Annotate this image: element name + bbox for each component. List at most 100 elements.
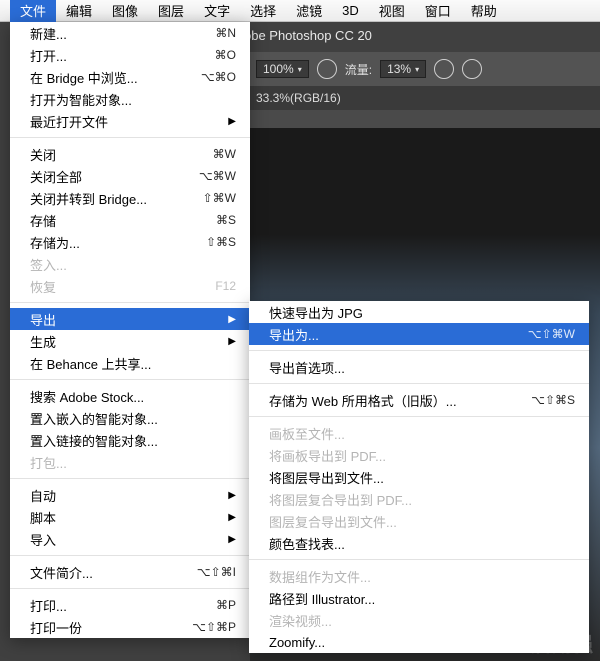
menu-item-label: 关闭全部 — [30, 167, 187, 186]
file-menu-item[interactable]: 导出▶ — [10, 308, 250, 330]
menu-item-label: 新建... — [30, 24, 203, 43]
flow-value-text: 13% — [387, 62, 411, 76]
menu-item-label: 画板至文件... — [269, 424, 575, 443]
menu-item-shortcut: ⌥⇧⌘I — [197, 565, 236, 579]
export-submenu-item: 画板至文件... — [249, 422, 589, 444]
menu-item-label: 在 Behance 上共享... — [30, 354, 236, 373]
file-menu-item[interactable]: 打印一份⌥⇧⌘P — [10, 616, 250, 638]
menu-item-label: 存储为... — [30, 233, 194, 252]
export-submenu-item[interactable]: 颜色查找表... — [249, 532, 589, 554]
file-menu-item[interactable]: 打开为智能对象... — [10, 88, 250, 110]
export-submenu-item[interactable]: 存储为 Web 所用格式（旧版）...⌥⇧⌘S — [249, 389, 589, 411]
menu-image[interactable]: 图像 — [102, 0, 148, 22]
menu-filter[interactable]: 滤镜 — [286, 0, 332, 22]
export-submenu-item[interactable]: 快速导出为 JPG — [249, 301, 589, 323]
file-menu-item[interactable]: 文件简介... ⌥⇧⌘I — [10, 561, 250, 583]
menu-help[interactable]: 帮助 — [461, 0, 507, 22]
menu-item-label: 搜索 Adobe Stock... — [30, 387, 236, 406]
file-menu-item[interactable]: 关闭⌘W — [10, 143, 250, 165]
menu-item-shortcut: ⌘O — [215, 48, 236, 62]
menu-item-label: 打包... — [30, 453, 236, 472]
file-menu-item[interactable]: 关闭并转到 Bridge...⇧⌘W — [10, 187, 250, 209]
file-menu-item[interactable]: 搜索 Adobe Stock... — [10, 385, 250, 407]
file-menu-item[interactable]: 在 Behance 上共享... — [10, 352, 250, 374]
file-menu-item[interactable]: 生成▶ — [10, 330, 250, 352]
menu-item-label: 数据组作为文件... — [269, 567, 575, 586]
menu-item-label: 打开... — [30, 46, 203, 65]
menu-item-label: 打印... — [30, 596, 204, 615]
menu-item-label: 渲染视频... — [269, 611, 575, 630]
file-menu-item: 打包... — [10, 451, 250, 473]
file-menu-item[interactable]: 打印... ⌘P — [10, 594, 250, 616]
file-menu-item[interactable]: 打开... ⌘O — [10, 44, 250, 66]
menu-item-label: 脚本 — [30, 508, 216, 527]
pressure-opacity-icon[interactable] — [462, 59, 482, 79]
menu-item-label: 颜色查找表... — [269, 534, 575, 553]
export-submenu-separator — [249, 559, 589, 560]
menu-select[interactable]: 选择 — [240, 0, 286, 22]
file-menu-item[interactable]: 最近打开文件 ▶ — [10, 110, 250, 132]
menu-layer[interactable]: 图层 — [148, 0, 194, 22]
menu-item-label: 文件简介... — [30, 563, 185, 582]
options-bar: 100% ▾ 流量: 13% ▾ — [250, 52, 600, 86]
menu-item-shortcut: ⌥⇧⌘W — [528, 327, 575, 341]
menu-item-label: 快速导出为 JPG — [269, 303, 575, 322]
document-tab[interactable]: 33.3%(RGB/16) — [250, 86, 600, 110]
submenu-arrow-icon: ▶ — [228, 512, 236, 523]
menu-item-label: 在 Bridge 中浏览... — [30, 68, 189, 87]
file-menu-item[interactable]: 导入▶ — [10, 528, 250, 550]
export-submenu-item[interactable]: Zoomify... — [249, 631, 589, 653]
submenu-arrow-icon: ▶ — [228, 116, 236, 127]
menubar: 文件 编辑 图像 图层 文字 选择 滤镜 3D 视图 窗口 帮助 — [0, 0, 600, 22]
menu-item-shortcut: ⌘W — [213, 147, 236, 161]
menu-item-label: 图层复合导出到文件... — [269, 512, 575, 531]
pressure-size-icon[interactable] — [317, 59, 337, 79]
menu-3d[interactable]: 3D — [332, 1, 369, 20]
menu-item-shortcut: ⌘P — [216, 598, 236, 612]
submenu-arrow-icon: ▶ — [228, 534, 236, 545]
file-menu-item[interactable]: 新建...⌘N — [10, 22, 250, 44]
file-menu-item[interactable]: 置入嵌入的智能对象... — [10, 407, 250, 429]
menu-item-label: 将图层复合导出到 PDF... — [269, 490, 575, 509]
export-submenu-separator — [249, 416, 589, 417]
zoom-value[interactable]: 100% ▾ — [256, 60, 309, 78]
file-menu-item[interactable]: 关闭全部 ⌥⌘W — [10, 165, 250, 187]
export-submenu-item: 数据组作为文件... — [249, 565, 589, 587]
export-submenu-item: 渲染视频... — [249, 609, 589, 631]
export-submenu-separator — [249, 383, 589, 384]
file-menu-item[interactable]: 在 Bridge 中浏览...⌥⌘O — [10, 66, 250, 88]
file-menu-item[interactable]: 自动▶ — [10, 484, 250, 506]
file-menu-item[interactable]: 脚本 ▶ — [10, 506, 250, 528]
menu-edit[interactable]: 编辑 — [56, 0, 102, 22]
menu-item-label: 打印一份 — [30, 618, 180, 637]
file-menu-item: 签入... — [10, 253, 250, 275]
menu-view[interactable]: 视图 — [369, 0, 415, 22]
menu-item-shortcut: F12 — [215, 279, 236, 293]
menu-item-label: 置入链接的智能对象... — [30, 431, 236, 450]
menu-item-label: 打开为智能对象... — [30, 90, 236, 109]
menu-item-label: 最近打开文件 — [30, 112, 216, 131]
airbrush-icon[interactable] — [434, 59, 454, 79]
menu-item-label: 导出为... — [269, 325, 516, 344]
menu-item-label: 置入嵌入的智能对象... — [30, 409, 236, 428]
menu-item-shortcut: ⌥⌘W — [199, 169, 236, 183]
menu-window[interactable]: 窗口 — [415, 0, 461, 22]
file-menu-item[interactable]: 置入链接的智能对象... — [10, 429, 250, 451]
menu-item-label: 关闭并转到 Bridge... — [30, 189, 191, 208]
menu-type[interactable]: 文字 — [194, 0, 240, 22]
export-submenu-item[interactable]: 导出为... ⌥⇧⌘W — [249, 323, 589, 345]
export-submenu-item: 将画板导出到 PDF... — [249, 444, 589, 466]
menu-item-label: Zoomify... — [269, 635, 575, 650]
chevron-down-icon: ▾ — [415, 65, 419, 74]
export-submenu-item[interactable]: 导出首选项... — [249, 356, 589, 378]
file-menu-item[interactable]: 存储⌘S — [10, 209, 250, 231]
export-submenu-item[interactable]: 路径到 Illustrator... — [249, 587, 589, 609]
flow-value[interactable]: 13% ▾ — [380, 60, 426, 78]
file-menu-separator — [10, 555, 250, 556]
menu-file[interactable]: 文件 — [10, 0, 56, 22]
export-submenu-item[interactable]: 将图层导出到文件... — [249, 466, 589, 488]
ruler-horizontal — [250, 110, 600, 128]
file-menu-item[interactable]: 存储为...⇧⌘S — [10, 231, 250, 253]
submenu-arrow-icon: ▶ — [228, 336, 236, 347]
menu-item-shortcut: ⌥⇧⌘S — [531, 393, 575, 407]
